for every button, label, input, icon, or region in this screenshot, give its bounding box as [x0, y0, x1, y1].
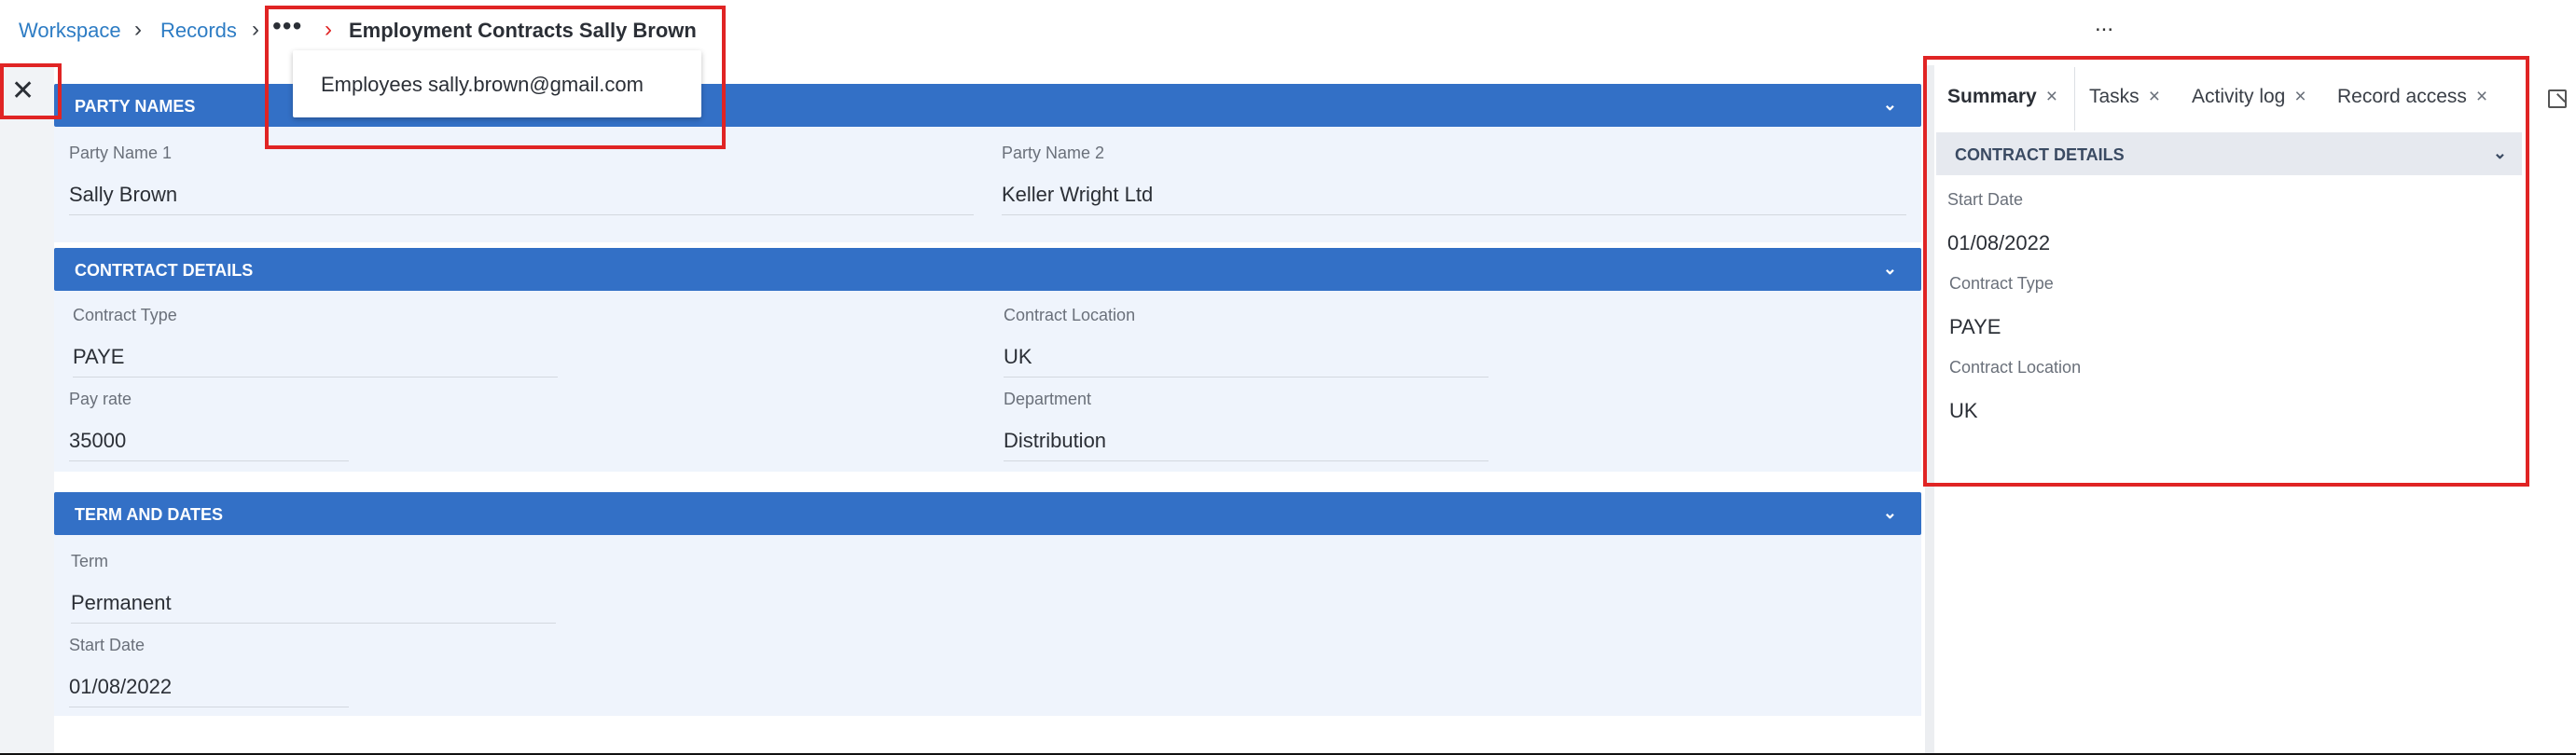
breadcrumb-ellipsis[interactable]: •••	[272, 11, 302, 41]
dropdown-item-employees[interactable]: Employees sally.brown@gmail.com	[321, 73, 644, 97]
breadcrumb-dropdown: Employees sally.brown@gmail.com	[293, 50, 701, 117]
close-icon[interactable]: ×	[2476, 86, 2487, 107]
contract-type-field[interactable]: PAYE	[73, 345, 558, 378]
section-title: CONTRACT DETAILS	[1955, 145, 2125, 164]
close-icon[interactable]: ✕	[11, 75, 35, 107]
field-label: Contract Location	[1004, 306, 1136, 324]
chevron-down-icon[interactable]: ⌄	[2493, 144, 2507, 163]
section-title: TERM AND DATES	[75, 505, 223, 524]
section-term-dates: TERM AND DATES ⌄ Term Permanent Start Da…	[54, 492, 1921, 716]
tab-tasks[interactable]: Tasks ×	[2089, 86, 2160, 108]
tab-label: Summary	[1947, 86, 2037, 107]
tab-label: Record access	[2337, 86, 2467, 107]
chevron-down-icon[interactable]: ⌄	[1883, 503, 1897, 523]
field-label: Start Date	[69, 636, 145, 654]
summary-contract-location: UK	[1949, 399, 1978, 422]
close-icon[interactable]: ×	[2149, 86, 2160, 107]
chevron-down-icon[interactable]: ⌄	[1883, 259, 1897, 279]
chevron-right-icon: ›	[134, 17, 142, 42]
contract-location-field[interactable]: UK	[1004, 345, 1489, 378]
close-icon[interactable]: ×	[2294, 86, 2306, 107]
tab-summary[interactable]: Summary ×	[1947, 86, 2057, 108]
breadcrumb-workspace[interactable]: Workspace	[19, 19, 121, 43]
summary-start-date: 01/08/2022	[1947, 231, 2051, 254]
field-label: Term	[71, 552, 108, 570]
section-body: Term Permanent Start Date 01/08/2022	[54, 535, 1921, 716]
tab-label: Activity log	[2192, 86, 2286, 107]
section-title: CONTRTACT DETAILS	[75, 261, 254, 280]
panel-splitter[interactable]	[1925, 65, 1934, 753]
field-label: Party Name 2	[1002, 144, 1105, 162]
close-icon[interactable]: ×	[2046, 86, 2057, 107]
field-label: Pay rate	[69, 390, 132, 408]
popout-icon[interactable]	[2548, 89, 2567, 108]
section-body: Contract Type PAYE Contract Location UK …	[54, 291, 1921, 472]
tab-activity-log[interactable]: Activity log ×	[2192, 86, 2306, 108]
breadcrumb-records[interactable]: Records	[160, 19, 237, 43]
field-label: Department	[1004, 390, 1092, 408]
section-title: PARTY NAMES	[75, 97, 196, 116]
summary-label: Start Date	[1947, 190, 2024, 209]
chevron-right-icon: ›	[252, 17, 259, 42]
field-label: Party Name 1	[69, 144, 173, 162]
party-name-2-field[interactable]: Keller Wright Ltd	[1002, 183, 1906, 215]
page-title: Employment Contracts Sally Brown	[349, 19, 697, 42]
section-contract-details: CONTRTACT DETAILS ⌄ Contract Type PAYE C…	[54, 248, 1921, 472]
section-body: Party Name 1 Sally Brown Party Name 2 Ke…	[54, 127, 1921, 242]
tab-record-access[interactable]: Record access ×	[2337, 86, 2487, 108]
summary-section-header[interactable]: CONTRACT DETAILS ⌄	[1936, 132, 2522, 175]
department-field[interactable]: Distribution	[1004, 429, 1489, 461]
term-field[interactable]: Permanent	[71, 591, 556, 624]
summary-label: Contract Location	[1949, 358, 2082, 377]
summary-label: Contract Type	[1949, 274, 2054, 293]
tab-divider	[2074, 67, 2075, 130]
section-header[interactable]: CONTRTACT DETAILS ⌄	[54, 248, 1921, 291]
summary-contract-type: PAYE	[1949, 315, 2001, 338]
pay-rate-field[interactable]: 35000	[69, 429, 349, 461]
start-date-field[interactable]: 01/08/2022	[69, 675, 349, 707]
field-label: Contract Type	[73, 306, 177, 324]
more-menu-button[interactable]: ...	[2095, 11, 2113, 37]
left-rail	[0, 65, 54, 753]
tab-label: Tasks	[2089, 86, 2140, 107]
section-header[interactable]: TERM AND DATES ⌄	[54, 492, 1921, 535]
party-name-1-field[interactable]: Sally Brown	[69, 183, 974, 215]
chevron-right-icon: ›	[325, 17, 332, 42]
chevron-down-icon[interactable]: ⌄	[1883, 95, 1897, 115]
